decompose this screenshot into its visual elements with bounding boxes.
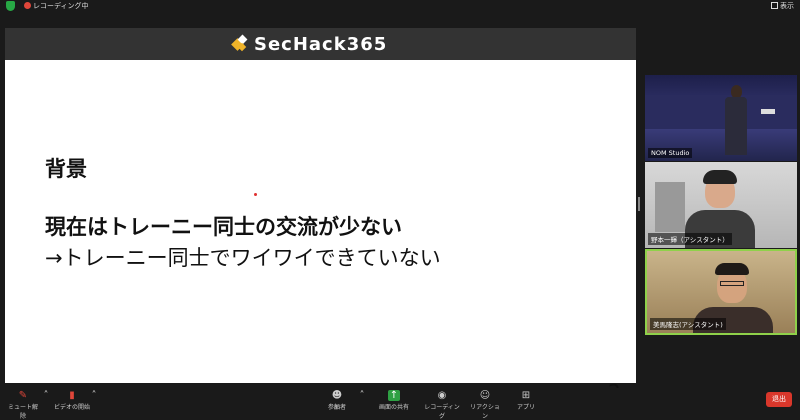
apps-icon: ⊞ xyxy=(521,390,531,401)
participants-icon: ☻85 xyxy=(331,390,343,411)
participant-hair xyxy=(715,263,749,275)
video-off-icon: ▮ xyxy=(69,390,75,401)
top-bar: レコーディング中 表示 xyxy=(0,0,800,12)
apps-button[interactable]: ⊞ アプリ xyxy=(512,388,540,413)
reactions-button[interactable]: ☺ リアクション xyxy=(468,388,502,420)
record-icon: ◉ xyxy=(437,390,447,401)
view-label: 表示 xyxy=(780,2,794,10)
speech-label xyxy=(761,109,775,114)
share-screen-button[interactable]: ↑ 画面の共有 xyxy=(376,388,412,413)
participant-name: 美馬隆志(アシスタント) xyxy=(650,318,726,330)
participant-name: NOM Studio xyxy=(648,148,693,158)
audio-options-chevron[interactable]: ˄ xyxy=(40,388,49,413)
recording-label: レコーディング中 xyxy=(33,2,89,10)
unmute-label: ミュート解除 xyxy=(7,404,38,420)
mic-muted-icon: ✎ xyxy=(18,390,28,401)
share-screen-label: 画面の共有 xyxy=(378,404,409,411)
participant-tile[interactable]: 野本一輝（アシスタント） xyxy=(645,162,797,248)
participant-tile[interactable]: NOM Studio xyxy=(645,75,797,161)
slide-header: SecHack365 xyxy=(5,28,636,60)
grid-icon xyxy=(771,2,778,9)
recording-icon xyxy=(24,2,31,9)
reactions-icon: ☺ xyxy=(479,390,491,401)
participant-body xyxy=(725,97,747,155)
chevron-up-icon: ˄ xyxy=(359,390,365,401)
security-shield-icon[interactable] xyxy=(6,1,15,11)
glasses xyxy=(720,281,744,286)
unmute-button[interactable]: ✎ ミュート解除 xyxy=(6,388,40,420)
slide-line-1: 現在はトレーニー同士の交流が少ない xyxy=(45,215,402,239)
slide-title: 背景 xyxy=(45,157,87,181)
reactions-label: リアクション xyxy=(470,404,500,420)
participants-options-chevron[interactable]: ˄ xyxy=(356,388,365,413)
chevron-up-icon: ˄ xyxy=(91,390,97,401)
participant-name: 野本一輝（アシスタント） xyxy=(648,233,732,245)
video-options-chevron[interactable]: ˄ xyxy=(88,388,97,413)
share-screen-icon: ↑ xyxy=(388,390,400,401)
start-video-label: ビデオの開始 xyxy=(54,404,91,411)
record-button[interactable]: ◉ レコーディング xyxy=(422,388,462,420)
record-label: レコーディング xyxy=(424,404,460,420)
logo-mark-icon xyxy=(231,34,248,52)
participant-hair xyxy=(703,170,737,184)
start-video-button[interactable]: ▮ ビデオの開始 xyxy=(54,388,90,413)
chair xyxy=(655,182,685,232)
laser-pointer xyxy=(254,193,257,196)
shared-screen-slide: SecHack365 背景 現在はトレーニー同士の交流が少ない →トレーニー同士… xyxy=(5,28,636,404)
panel-splitter-handle[interactable] xyxy=(638,197,640,211)
meeting-toolbar: ✎ ミュート解除 ˄ ▮ ビデオの開始 ˄ ☻85 参加者 ˄ ↑ 画面の共有 … xyxy=(0,388,800,420)
participant-tile-active-speaker[interactable]: 美馬隆志(アシスタント) xyxy=(645,249,797,335)
logo-text: SecHack365 xyxy=(254,33,388,55)
view-button[interactable]: 表示 xyxy=(771,0,794,12)
chevron-up-icon: ˄ xyxy=(43,390,49,401)
participants-label: 参加者 xyxy=(327,404,346,411)
slide-line-2: →トレーニー同士でワイワイできていない xyxy=(45,246,441,270)
participants-button[interactable]: ☻85 参加者 xyxy=(322,388,352,413)
sechack-logo: SecHack365 xyxy=(231,33,388,55)
apps-label: アプリ xyxy=(516,404,535,411)
leave-meeting-button[interactable]: 退出 xyxy=(766,392,792,407)
